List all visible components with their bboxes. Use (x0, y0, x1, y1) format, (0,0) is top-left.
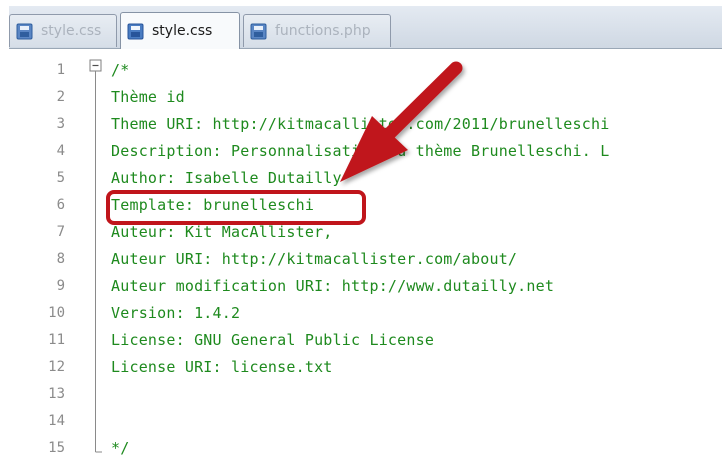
file-icon (250, 23, 267, 40)
line-number: 9 (56, 278, 65, 294)
tab-label: style.css (41, 23, 102, 39)
tab-label: style.css (152, 23, 213, 39)
line-number: 1 (56, 62, 65, 78)
code-line: Description: Personnalisation du thème B… (111, 142, 610, 160)
line-number: 6 (56, 197, 65, 213)
line-number: 12 (48, 359, 65, 375)
line-number-gutter: 1 2 3 4 5 6 7 8 9 10 11 12 13 14 15 (9, 49, 89, 462)
code-line: Auteur modification URI: http://www.duta… (111, 277, 555, 295)
file-icon (16, 23, 33, 40)
code-line: Version: 1.4.2 (111, 304, 241, 322)
code-area[interactable]: /* Thème id Theme URI: http://kitmacalli… (111, 49, 722, 462)
line-number: 4 (56, 143, 65, 159)
highlight-box (106, 190, 366, 225)
tab-bar: style.css style.css functions.php (9, 6, 722, 49)
code-line: Thème id (111, 88, 185, 106)
line-number: 11 (48, 332, 65, 348)
line-number: 14 (48, 413, 65, 429)
code-line: Auteur URI: http://kitmacallister.com/ab… (111, 250, 518, 268)
line-number: 5 (56, 170, 65, 186)
line-number: 15 (48, 440, 65, 456)
tab-style-css-1[interactable]: style.css (9, 14, 117, 47)
code-line: Theme URI: http://kitmacallister.com/201… (111, 115, 610, 133)
fold-minus-icon[interactable] (89, 59, 102, 72)
line-number: 10 (48, 305, 65, 321)
line-number: 13 (48, 386, 65, 402)
tab-functions-php[interactable]: functions.php (243, 14, 391, 47)
code-line: License URI: license.txt (111, 358, 333, 376)
code-line: */ (111, 439, 130, 457)
code-line: License: GNU General Public License (111, 331, 435, 349)
line-number: 2 (56, 89, 65, 105)
line-number: 7 (56, 224, 65, 240)
code-line: Author: Isabelle Dutailly (111, 169, 342, 187)
fold-gutter (89, 59, 102, 453)
tab-label: functions.php (275, 23, 371, 39)
code-editor-window: style.css style.css functions.php 1 2 3 … (9, 6, 722, 462)
file-icon (127, 23, 144, 40)
code-line: /* (111, 61, 130, 79)
line-number: 3 (56, 116, 65, 132)
tab-style-css-2[interactable]: style.css (120, 12, 240, 49)
line-number: 8 (56, 251, 65, 267)
code-line: Auteur: Kit MacAllister, (111, 223, 333, 241)
